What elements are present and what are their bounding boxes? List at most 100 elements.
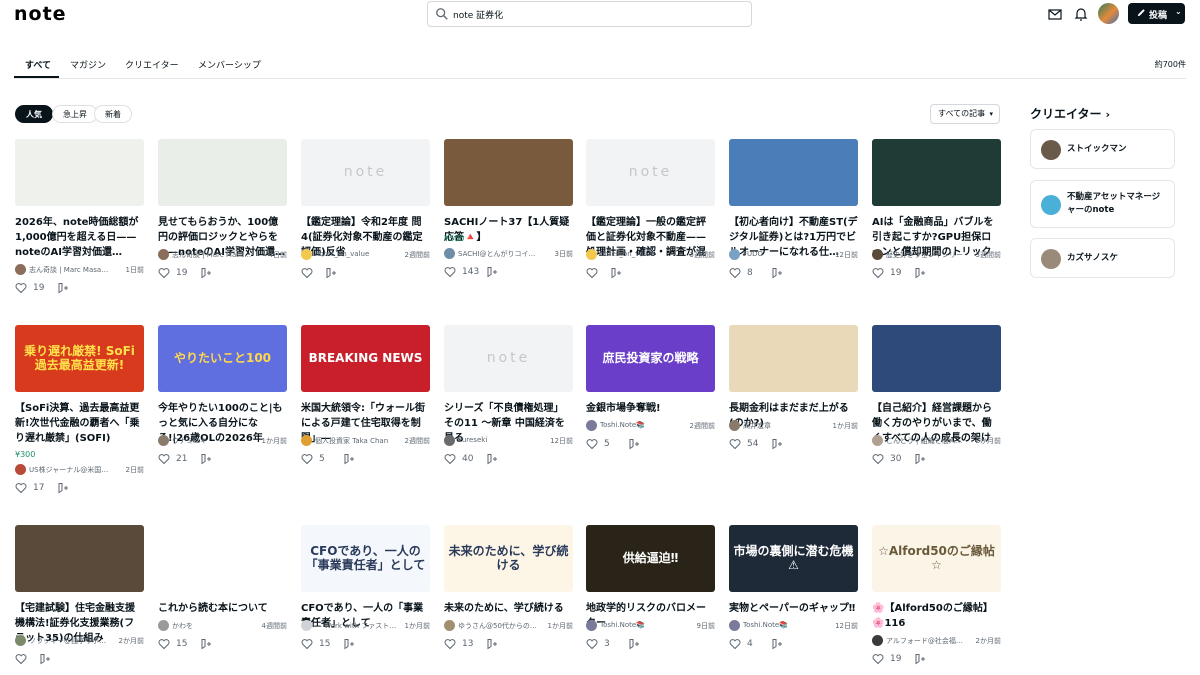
author-name[interactable]: notes_on_value: [315, 250, 397, 258]
heart-icon[interactable]: [729, 438, 741, 450]
article-thumbnail[interactable]: 庶民投資家の戦略: [586, 325, 715, 392]
article-thumbnail[interactable]: CFOであり、一人の「事業責任者」として: [301, 525, 430, 592]
article-card[interactable]: 2026年、note時価総額が1,000億円を超える日——noteのAI学習対価…: [15, 139, 144, 314]
heart-icon[interactable]: [158, 638, 170, 650]
heart-icon[interactable]: [158, 267, 170, 279]
author-avatar[interactable]: [444, 435, 455, 446]
heart-icon[interactable]: [158, 453, 170, 465]
tab-all[interactable]: すべて: [25, 58, 51, 71]
creator-card[interactable]: ストイックマン: [1030, 129, 1175, 169]
add-to-magazine-icon[interactable]: [914, 653, 926, 665]
author-name[interactable]: こんどう | 組織と個人…: [886, 436, 968, 446]
add-to-magazine-icon[interactable]: [771, 438, 783, 450]
article-card[interactable]: 【自己紹介】経営課題から働く方のやりがいまで、働くすべての人の成長の架け橋…こん…: [872, 325, 1001, 500]
author-name[interactable]: アルフォード@社会福…: [886, 636, 968, 646]
heart-icon[interactable]: [301, 267, 313, 279]
article-thumbnail[interactable]: [872, 139, 1001, 206]
heart-icon[interactable]: [729, 267, 741, 279]
article-card[interactable]: これから読む本について かわを 4週間前 15: [158, 525, 287, 675]
author-name[interactable]: Toshi.Note📚: [600, 621, 682, 629]
author-name[interactable]: 高井宏章: [743, 421, 825, 431]
add-to-magazine-icon[interactable]: [914, 267, 926, 279]
author-name[interactable]: ゆうさん@50代からの…: [458, 621, 540, 631]
add-to-magazine-icon[interactable]: [57, 282, 69, 294]
article-title[interactable]: 【SoFi決算、過去最高益更新!次世代金融の覇者へ「乗り遅れ厳禁」(SOFI) …: [15, 401, 144, 446]
article-thumbnail[interactable]: [872, 325, 1001, 392]
heart-icon[interactable]: [444, 638, 456, 650]
add-to-magazine-icon[interactable]: [771, 267, 783, 279]
user-avatar[interactable]: [1098, 3, 1119, 24]
add-to-magazine-icon[interactable]: [200, 453, 212, 465]
author-name[interactable]: ウナミユキ: [172, 436, 254, 446]
filter-trending[interactable]: 急上昇: [52, 105, 98, 123]
mail-icon[interactable]: [1047, 6, 1063, 22]
article-thumbnail[interactable]: 未来のために、学び続ける: [444, 525, 573, 592]
bell-icon[interactable]: [1073, 6, 1089, 22]
article-card[interactable]: SACHIノート37【1人質疑応答🔺】 ¥500 SACHI@とんがりコイナ… 3日前…: [444, 139, 573, 314]
post-button[interactable]: 投稿 ⌄: [1128, 3, 1185, 24]
author-avatar[interactable]: [301, 435, 312, 446]
article-thumbnail[interactable]: 供給逼迫‼: [586, 525, 715, 592]
heart-icon[interactable]: [586, 267, 598, 279]
author-avatar[interactable]: [301, 620, 312, 631]
search-input[interactable]: [453, 2, 743, 26]
heart-icon[interactable]: [729, 638, 741, 650]
author-name[interactable]: Toshi.Note📚: [600, 421, 682, 429]
tab-membership[interactable]: メンバーシップ: [198, 58, 261, 71]
article-card[interactable]: 長期金利はまだまだ上がる(のか?) 高井宏章 1か月前 54: [729, 325, 858, 500]
heart-icon[interactable]: [15, 482, 27, 494]
author-name[interactable]: SACHI@とんがりコイナ…: [458, 249, 540, 259]
author-name[interactable]: kureseki: [458, 436, 540, 444]
author-name[interactable]: 志ん奇談 | Marc Masahir…: [172, 250, 254, 260]
creator-card[interactable]: カズサノスケ: [1030, 238, 1175, 278]
author-avatar[interactable]: [729, 620, 740, 631]
author-name[interactable]: Toshi.Note📚: [743, 621, 825, 629]
article-card[interactable]: noteシリーズ「不良債権処理」その11 〜新章 中国経済を見るkureseki…: [444, 325, 573, 500]
author-avatar[interactable]: [872, 249, 883, 260]
add-to-magazine-icon[interactable]: [486, 266, 498, 278]
article-card[interactable]: 見せてもらおうか、100億円の評価ロジックとやらを——noteのAI学習対価還……: [158, 139, 287, 314]
heart-icon[interactable]: [301, 638, 313, 650]
add-to-magazine-icon[interactable]: [486, 453, 498, 465]
author-name[interactable]: — Work with ファストド…: [315, 621, 397, 631]
author-avatar[interactable]: [15, 464, 26, 475]
article-title[interactable]: 未来のために、学び続ける: [444, 601, 573, 616]
add-to-magazine-icon[interactable]: [343, 638, 355, 650]
author-name[interactable]: 歴史好きウェンヤンリー: [886, 250, 968, 260]
heart-icon[interactable]: [586, 438, 598, 450]
article-card[interactable]: AIは「金融商品」バブルを引き起こすか?GPU担保ローンと償却期間のトリック 歴史…: [872, 139, 1001, 314]
author-avatar[interactable]: [444, 248, 455, 259]
author-name[interactable]: FUDO: [743, 250, 825, 258]
article-thumbnail[interactable]: [15, 525, 144, 592]
author-avatar[interactable]: [301, 249, 312, 260]
heart-icon[interactable]: [444, 453, 456, 465]
add-to-magazine-icon[interactable]: [325, 267, 337, 279]
article-title[interactable]: 2026年、note時価総額が1,000億円を超える日——noteのAI学習対価…: [15, 215, 144, 260]
article-thumbnail[interactable]: note: [301, 139, 430, 206]
search-box[interactable]: [427, 1, 752, 27]
tab-magazine[interactable]: マガジン: [70, 58, 106, 71]
article-thumbnail[interactable]: 市場の裏側に潜む危機⚠: [729, 525, 858, 592]
article-title[interactable]: 🌸【Alford50のご縁帖】🌸116: [872, 601, 1001, 631]
add-to-magazine-icon[interactable]: [914, 453, 926, 465]
article-title[interactable]: 実物とペーパーのギャップ‼: [729, 601, 858, 616]
article-thumbnail[interactable]: やりたいこと100: [158, 325, 287, 392]
article-card[interactable]: やりたいこと100 今年やりたい100のこと|もっと気に入る自分になる!|26歳O…: [158, 325, 287, 500]
add-to-magazine-icon[interactable]: [39, 653, 51, 665]
heart-icon[interactable]: [872, 653, 884, 665]
article-thumbnail[interactable]: [158, 139, 287, 206]
author-avatar[interactable]: [444, 620, 455, 631]
author-name[interactable]: 志ん奇談 | Marc Masahir…: [29, 265, 111, 275]
author-avatar[interactable]: [15, 264, 26, 275]
article-card[interactable]: note 【鑑定理論】一般の鑑定評価と証券化対象不動産——処理計画・確認・調査が混…: [586, 139, 715, 314]
article-card[interactable]: 庶民投資家の戦略 金銀市場争奪戦! Toshi.Note📚 2週間前 5: [586, 325, 715, 500]
author-avatar[interactable]: [158, 435, 169, 446]
heart-icon[interactable]: [444, 266, 456, 278]
article-thumbnail[interactable]: ☆Alford50のご縁帖☆: [872, 525, 1001, 592]
article-card[interactable]: note 【鑑定理論】令和2年度 問4(証券化対象不動産の鑑定評価)反省 notes…: [301, 139, 430, 314]
article-card[interactable]: ☆Alford50のご縁帖☆ 🌸【Alford50のご縁帖】🌸116 アルフォード@…: [872, 525, 1001, 675]
article-thumbnail[interactable]: [158, 525, 287, 592]
article-card[interactable]: 未来のために、学び続ける 未来のために、学び続ける ゆうさん@50代からの… 1か月前…: [444, 525, 573, 675]
heart-icon[interactable]: [301, 453, 313, 465]
article-card[interactable]: 市場の裏側に潜む危機⚠ 実物とペーパーのギャップ‼ Toshi.Note📚 12日前 4: [729, 525, 858, 675]
